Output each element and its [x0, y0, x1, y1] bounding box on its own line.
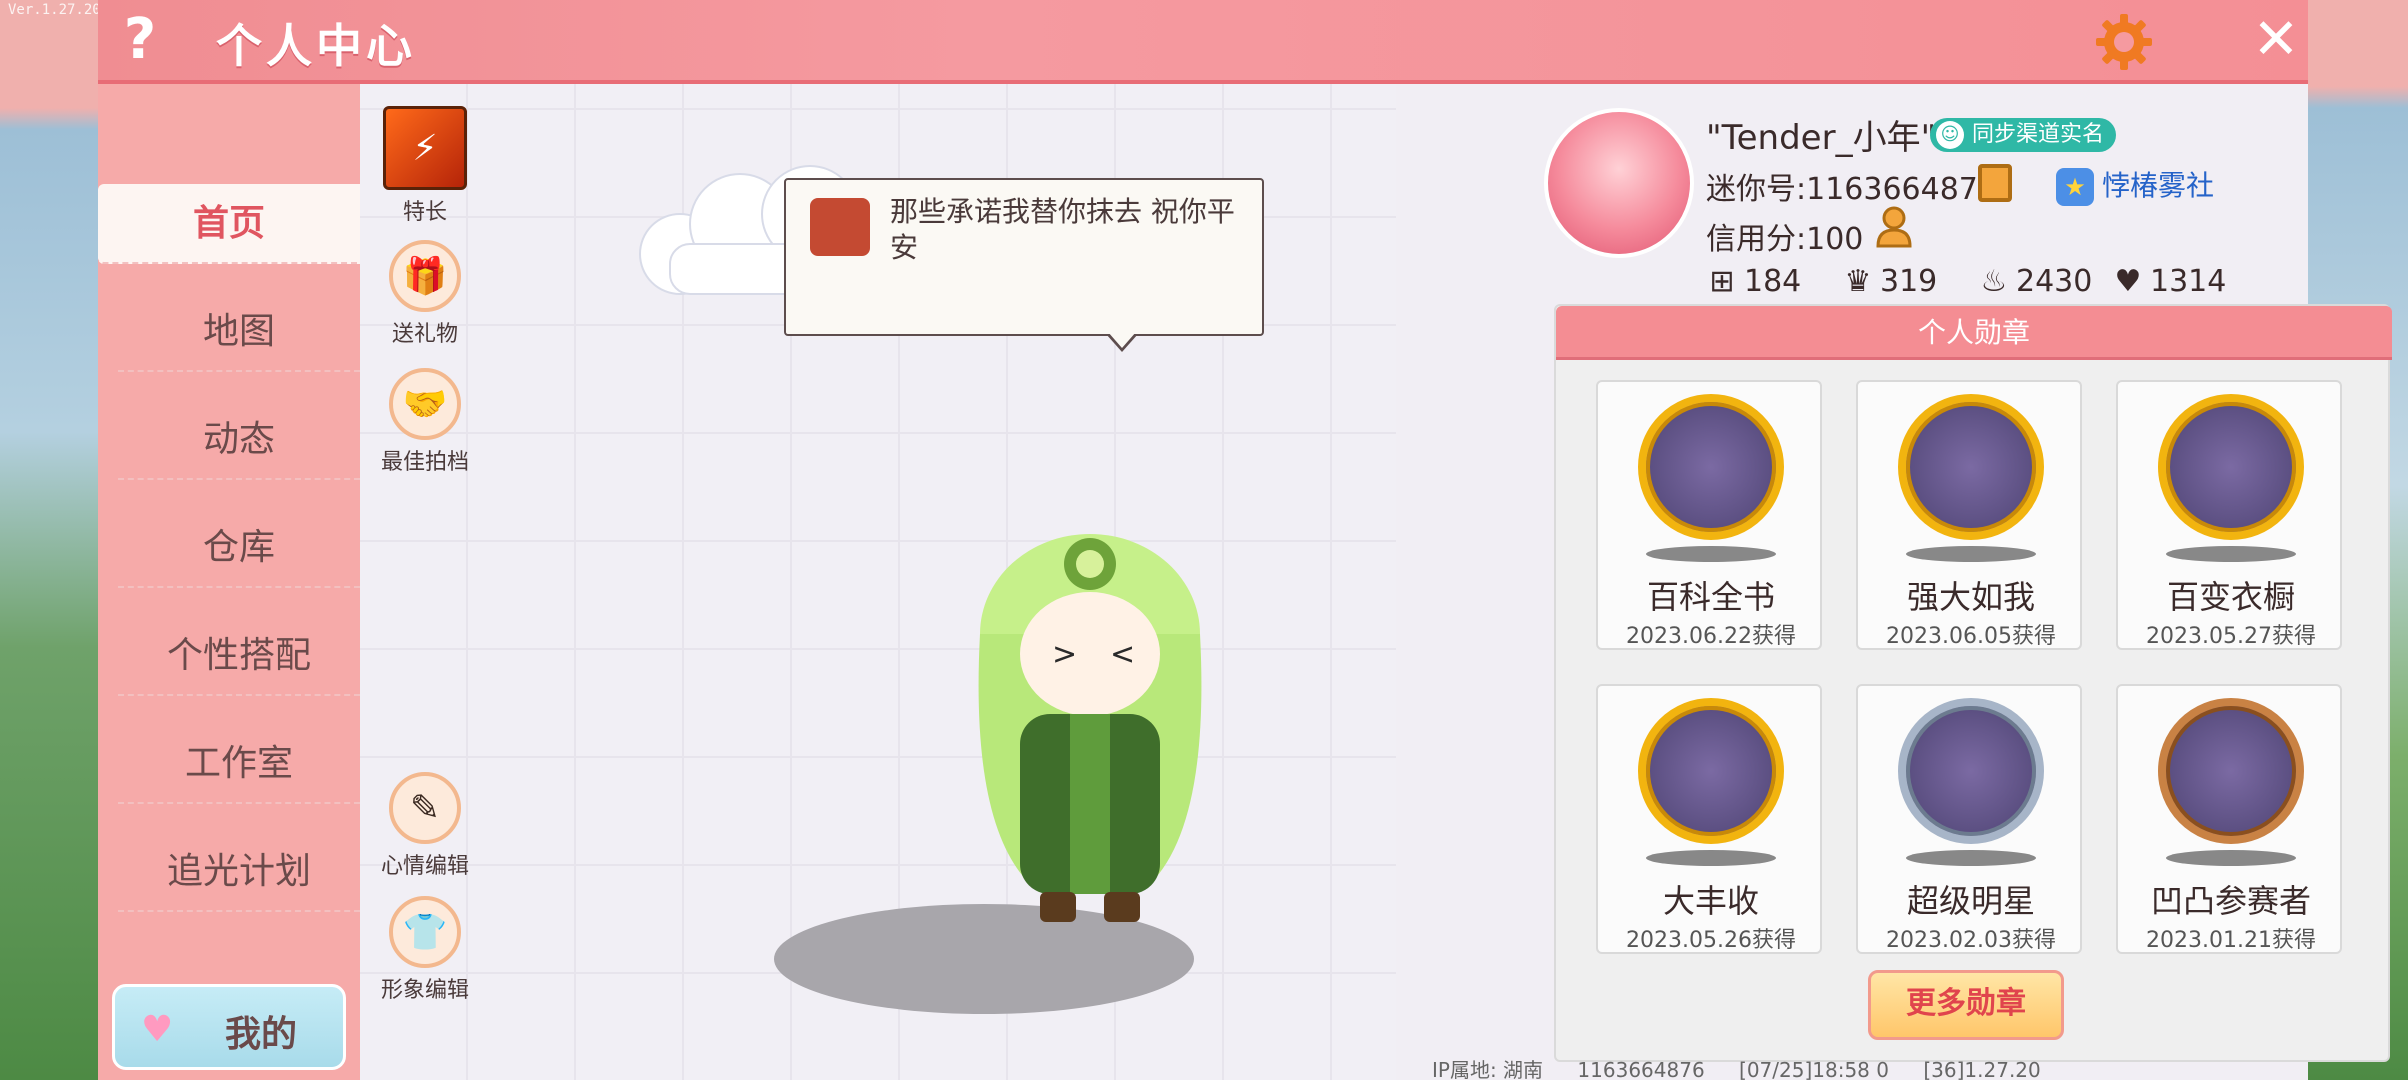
club-star-icon: ★: [2056, 168, 2094, 206]
background-left: [0, 0, 100, 1080]
medal-panel-title: 个人勋章: [1556, 306, 2392, 360]
mood-edit-button[interactable]: ✎ 心情编辑: [370, 772, 480, 880]
sidebar-nav: 首页 地图 动态 仓库 个性搭配 工作室 追光计划 ♥ 我的: [98, 84, 360, 1080]
footer-info: IP属地: 湖南 1163664876 [07/25]18:58 0 [36]1…: [1432, 1054, 2069, 1080]
fans-icon: ♛: [1844, 264, 1872, 299]
send-gift-label: 送礼物: [391, 322, 458, 347]
medal-date: 2023.01.21获得: [2146, 928, 2316, 953]
player-character[interactable]: > <: [940, 524, 1240, 944]
avatar-edit-button[interactable]: 👕 形象编辑: [370, 896, 480, 1004]
stat-posts[interactable]: ⊞ 184: [1706, 264, 1801, 299]
credit-score: 信用分:100: [1706, 222, 1864, 257]
specialty-icon: ⚡: [383, 106, 467, 190]
more-medals-button[interactable]: 更多勋章: [1868, 970, 2064, 1040]
flame-icon: ♨: [1980, 264, 2008, 299]
medal-icon: [1898, 698, 2044, 844]
plus-square-icon: ⊞: [1709, 264, 1735, 299]
specialty-button[interactable]: ⚡ 特长: [370, 106, 480, 226]
footer-uid: 1163664876: [1577, 1058, 1705, 1080]
gift-icon: 🎁: [389, 240, 461, 312]
medal-icon: [1638, 698, 1784, 844]
real-name-label: 同步渠道实名: [1972, 122, 2105, 147]
club-name: 悖椿雾社: [2102, 169, 2215, 202]
credit-user-icon[interactable]: [1874, 206, 1914, 248]
stat-popularity[interactable]: ♨ 2430: [1978, 264, 2093, 299]
character-stage: ⚡ 特长 🎁 送礼物 🤝 最佳拍档 ✎ 心情编辑 👕 形象编辑 那些承诺我替你抹…: [360, 84, 1396, 1080]
best-partner-button[interactable]: 🤝 最佳拍档: [370, 368, 480, 476]
gear-icon[interactable]: [2094, 12, 2154, 72]
speech-text: 那些承诺我替你抹去 祝你平安: [890, 195, 1235, 264]
send-gift-button[interactable]: 🎁 送礼物: [370, 240, 480, 348]
medal-name: 强大如我: [1906, 578, 2035, 616]
speech-bubble[interactable]: 那些承诺我替你抹去 祝你平安: [784, 178, 1264, 352]
nav-studio[interactable]: 工作室: [118, 724, 360, 804]
stat-fans[interactable]: ♛ 319: [1842, 264, 1938, 299]
mini-id: 迷你号:1163664876: [1706, 172, 1997, 207]
best-partner-label: 最佳拍档: [380, 450, 469, 475]
hearts-icon: ♥: [2114, 264, 2142, 299]
svg-text:>: >: [1052, 637, 1077, 672]
medal-icon: [1638, 394, 1784, 540]
player-name: "Tender_小年": [1706, 118, 1937, 158]
medal-card[interactable]: 百变衣橱 2023.05.27获得: [2116, 380, 2342, 650]
medal-date: 2023.06.05获得: [1886, 624, 2056, 649]
medal-icon: [1898, 394, 2044, 540]
mine-label: 我的: [225, 1014, 298, 1055]
club-link[interactable]: ★ 悖椿雾社: [2056, 164, 2214, 206]
close-button[interactable]: ✕: [2248, 10, 2304, 70]
medal-date: 2023.06.22获得: [1626, 624, 1796, 649]
mine-button[interactable]: ♥ 我的: [112, 984, 346, 1070]
help-button[interactable]: ?: [110, 10, 170, 70]
page-title: 个人中心: [216, 19, 416, 73]
nav-outfit[interactable]: 个性搭配: [118, 616, 360, 696]
medal-card[interactable]: 凹凸参赛者 2023.01.21获得: [2116, 684, 2342, 954]
footer-build: [36]1.27.20: [1923, 1058, 2041, 1080]
mood-edit-label: 心情编辑: [380, 854, 469, 879]
avatar[interactable]: [1544, 108, 1694, 258]
medal-card[interactable]: 超级明星 2023.02.03获得: [1856, 684, 2082, 954]
profile-window: ? 个人中心 ✕ 首页 地图 动态 仓库 个性搭配 工作室 追光计划 ♥ 我的 …: [98, 0, 2392, 1080]
medal-name: 凹凸参赛者: [2150, 882, 2311, 920]
medal-date: 2023.05.26获得: [1626, 928, 1796, 953]
stat-likes[interactable]: ♥ 1314: [2112, 264, 2227, 299]
medal-icon: [2158, 394, 2304, 540]
copy-icon[interactable]: [1978, 164, 2012, 202]
edit-icon: ✎: [389, 772, 461, 844]
emoji-icon: [810, 198, 870, 256]
svg-text:<: <: [1110, 637, 1135, 672]
heart-icon: ♥: [141, 1009, 174, 1050]
ip-location: IP属地: 湖南: [1432, 1058, 1544, 1080]
nav-light-plan[interactable]: 追光计划: [118, 832, 360, 912]
real-name-badge[interactable]: ☺ 同步渠道实名: [1930, 118, 2117, 152]
nav-warehouse[interactable]: 仓库: [118, 508, 360, 588]
handshake-icon: 🤝: [389, 368, 461, 440]
medal-panel: 个人勋章 百科全书 2023.06.22获得 强大如我 2023.06.05获得…: [1554, 304, 2392, 1062]
medal-date: 2023.02.03获得: [1886, 928, 2056, 953]
medal-card[interactable]: 大丰收 2023.05.26获得: [1596, 684, 1822, 954]
outfit-icon: 👕: [389, 896, 461, 968]
footer-time: [07/25]18:58 0: [1739, 1058, 1889, 1080]
medal-name: 百科全书: [1646, 578, 1775, 616]
medal-icon: [2158, 698, 2304, 844]
nav-feed[interactable]: 动态: [118, 400, 360, 480]
title-bar: ? 个人中心 ✕: [98, 0, 2308, 84]
person-icon: ☺: [1936, 121, 1964, 149]
medal-name: 大丰收: [1662, 882, 1759, 920]
medal-card[interactable]: 强大如我 2023.06.05获得: [1856, 380, 2082, 650]
medal-name: 超级明星: [1906, 882, 2035, 920]
medal-card[interactable]: 百科全书 2023.06.22获得: [1596, 380, 1822, 650]
medal-date: 2023.05.27获得: [2146, 624, 2316, 649]
specialty-label: 特长: [402, 200, 447, 225]
nav-map[interactable]: 地图: [118, 292, 360, 372]
nav-home[interactable]: 首页: [98, 184, 360, 264]
medal-name: 百变衣橱: [2166, 578, 2295, 616]
avatar-edit-label: 形象编辑: [380, 978, 469, 1003]
